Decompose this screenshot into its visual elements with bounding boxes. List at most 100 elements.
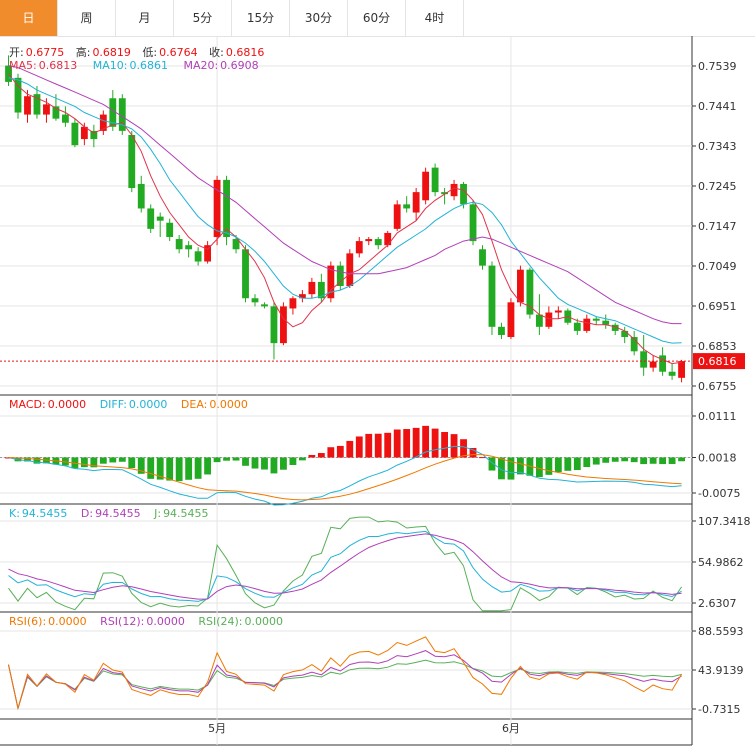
kdj-panel xyxy=(8,516,683,612)
candle-body xyxy=(384,232,392,246)
macd-bar xyxy=(185,457,193,480)
candle-body xyxy=(175,239,183,250)
ma20-label: MA20: xyxy=(183,59,219,72)
macd-bar xyxy=(659,457,667,465)
ma20-value: 0.6908 xyxy=(220,59,259,72)
candle-body xyxy=(365,239,373,242)
chart-axes: 0.7539 0.7441 0.7343 0.7245 0.7147 0.7049 0.69… xyxy=(208,60,751,735)
candle-body xyxy=(156,216,164,221)
macd-bar xyxy=(223,457,230,461)
candle-body xyxy=(270,306,278,344)
macd-bar xyxy=(592,457,600,465)
kdj-tick-label: 2.6307 xyxy=(698,597,737,610)
candle-body xyxy=(242,249,249,299)
macd-bar xyxy=(554,457,562,473)
diff-line xyxy=(8,445,682,506)
macd-bar xyxy=(166,457,174,481)
macd-bar xyxy=(80,457,88,468)
candle-body xyxy=(24,96,31,115)
candle-body xyxy=(147,208,155,229)
candle-body xyxy=(621,330,629,338)
high-label: 高: xyxy=(75,46,91,59)
macd-bar xyxy=(242,457,249,466)
macd-tick-label: 0.0111 xyxy=(698,410,737,423)
candle-body xyxy=(166,222,174,238)
rsi-panel xyxy=(8,636,683,711)
candle-body xyxy=(403,204,411,209)
price-panel: 0.6816 xyxy=(0,55,745,383)
rsi24-value: 0.0000 xyxy=(244,615,283,628)
macd-bar xyxy=(355,436,363,458)
candle-body xyxy=(128,134,136,189)
high-value: 0.6819 xyxy=(92,46,131,59)
candle-body xyxy=(308,281,316,295)
macd-bar xyxy=(640,457,648,465)
macd-bar xyxy=(479,457,486,459)
candle-body xyxy=(554,310,562,313)
price-tick-label: 0.7441 xyxy=(698,100,737,113)
diff-label: DIFF: xyxy=(99,398,127,411)
candle-body xyxy=(479,249,486,266)
macd-bar xyxy=(678,457,685,462)
macd-bar xyxy=(611,457,619,462)
rsi24-label: RSI(24): xyxy=(198,615,243,628)
rsi6-label: RSI(6): xyxy=(9,615,47,628)
month-label: 6月 xyxy=(502,722,520,735)
macd-bar xyxy=(232,457,240,461)
macd-bar xyxy=(280,457,287,470)
close-label: 收: xyxy=(209,46,224,59)
macd-bar xyxy=(431,428,439,458)
k-value: 94.5455 xyxy=(21,507,68,520)
candle-body xyxy=(460,183,467,205)
macd-tick-label: -0.0075 xyxy=(698,487,740,500)
ohlc-legend: 开: 0.6775 高: 0.6819 低: 0.6764 收: 0.6816 xyxy=(9,44,266,60)
macd-bar xyxy=(213,457,221,463)
macd-bar xyxy=(118,457,126,462)
candle-body xyxy=(412,192,420,213)
candle-body xyxy=(393,204,401,229)
candle-body xyxy=(668,371,676,376)
candle-body xyxy=(137,183,145,209)
candle-body xyxy=(507,302,515,338)
macd-value: 0.0000 xyxy=(47,398,87,411)
price-tick-label: 0.6853 xyxy=(698,340,737,353)
kdj-legend: K: 94.5455 D: 94.5455 J: 94.5455 xyxy=(9,507,211,520)
macd-bar xyxy=(308,454,316,458)
candlestick-chart: 0.6816 0.75390.74410.73430.72450.71470.7… xyxy=(0,36,751,746)
candle-body xyxy=(61,114,69,123)
ma5-label: MA5: xyxy=(9,59,37,72)
macd-bar xyxy=(649,457,657,464)
diff-value: 0.0000 xyxy=(128,398,168,411)
rsi-tick-label: 88.5593 xyxy=(698,625,744,638)
rsi12-line xyxy=(8,650,682,709)
macd-bar xyxy=(393,429,401,458)
candle-body xyxy=(592,318,600,321)
kdj-tick-label: 107.3418 xyxy=(698,515,751,528)
candle-body xyxy=(289,298,297,309)
macd-bar xyxy=(412,427,420,458)
ma10-label: MA10: xyxy=(92,59,128,72)
macd-bar xyxy=(298,457,306,461)
candle-body xyxy=(545,312,553,327)
macd-bar xyxy=(545,457,553,475)
open-label: 开: xyxy=(9,46,24,59)
macd-bar xyxy=(460,439,467,458)
candle-body xyxy=(336,265,344,286)
macd-bar xyxy=(403,429,411,458)
rsi12-value: 0.0000 xyxy=(146,615,185,628)
candle-body xyxy=(640,351,648,368)
macd-bar xyxy=(630,457,638,463)
dea-label: DEA: xyxy=(180,398,208,411)
k-label: K: xyxy=(9,507,20,520)
candle-body xyxy=(535,314,543,327)
candle-body xyxy=(355,241,363,254)
price-tick-label: 0.7245 xyxy=(698,180,737,193)
candle-body xyxy=(649,361,657,368)
price-tick-label: 0.7147 xyxy=(698,220,737,233)
month-label: 5月 xyxy=(208,722,226,735)
dea-value: 0.0000 xyxy=(209,398,248,411)
candle-body xyxy=(71,122,79,146)
candle-body xyxy=(194,251,202,262)
candle-body xyxy=(431,167,439,193)
price-tick-label: 0.6755 xyxy=(698,380,737,393)
